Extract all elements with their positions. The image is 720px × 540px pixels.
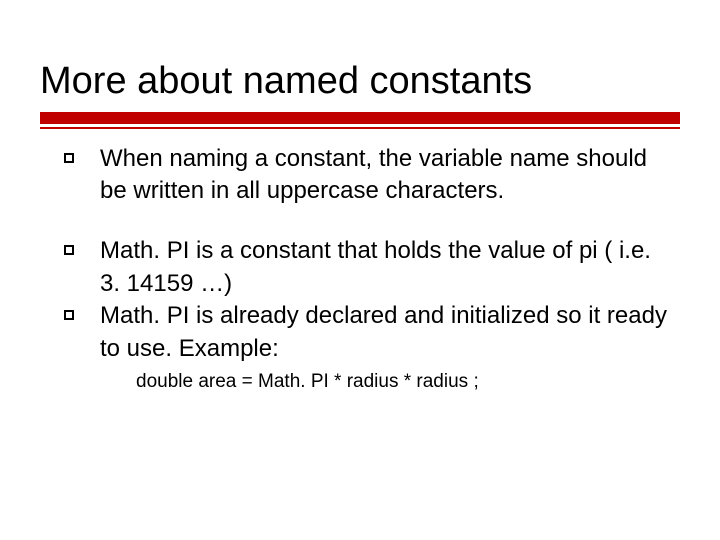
code-example: double area = Math. PI * radius * radius… bbox=[40, 369, 680, 396]
bullet-text: When naming a constant, the variable nam… bbox=[100, 145, 647, 204]
bullet-list: When naming a constant, the variable nam… bbox=[40, 143, 680, 365]
bullet-text: Math. PI is a constant that holds the va… bbox=[100, 237, 651, 296]
bullet-text: Math. PI is already declared and initial… bbox=[100, 302, 667, 361]
bullet-item: Math. PI is already declared and initial… bbox=[64, 300, 670, 365]
bullet-item: When naming a constant, the variable nam… bbox=[64, 143, 670, 208]
bullet-item: Math. PI is a constant that holds the va… bbox=[64, 235, 670, 300]
rule-thick bbox=[40, 112, 680, 124]
slide: More about named constants When naming a… bbox=[0, 0, 720, 540]
title-underline bbox=[40, 112, 680, 129]
slide-title: More about named constants bbox=[40, 60, 680, 104]
rule-thin bbox=[40, 127, 680, 129]
